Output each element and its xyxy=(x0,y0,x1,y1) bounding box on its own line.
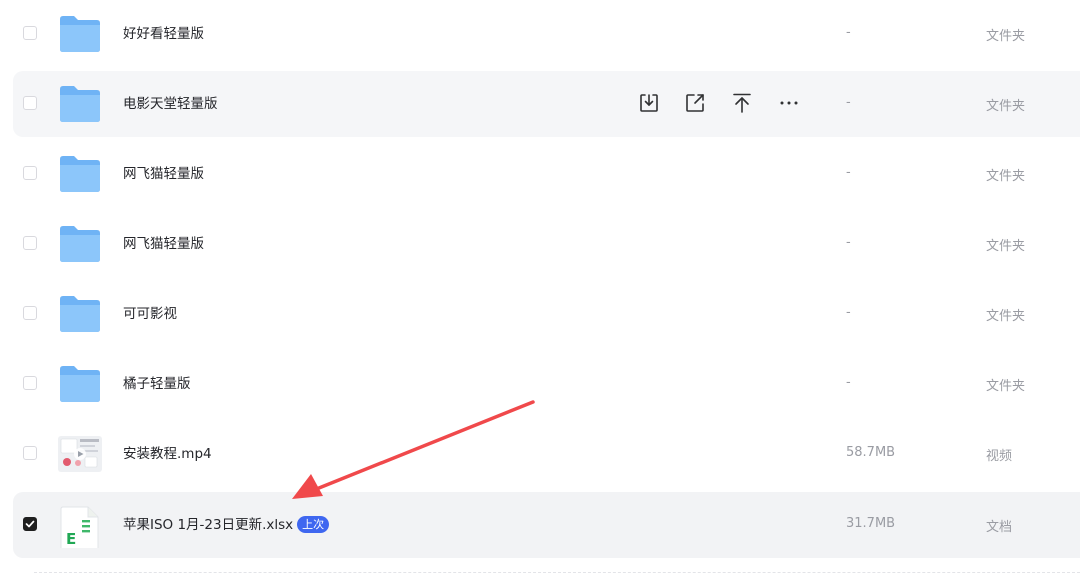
row-checkbox[interactable] xyxy=(23,376,37,390)
file-size: 58.7MB xyxy=(846,445,896,460)
file-size: - xyxy=(846,25,851,40)
file-name[interactable]: 橘子轻量版 xyxy=(123,375,191,393)
file-size: - xyxy=(846,95,851,110)
file-type: 视频 xyxy=(986,449,1013,464)
file-name[interactable]: 苹果ISO 1月-23日更新.xlsx 上次 xyxy=(123,516,330,534)
file-row[interactable]: 电影天堂轻量版 - 文件夹 xyxy=(13,71,1080,137)
file-row[interactable]: 橘子轻量版 - 文件夹 xyxy=(13,351,1080,417)
file-size: - xyxy=(846,235,851,250)
svg-text:E: E xyxy=(66,530,76,548)
row-checkbox-checked[interactable] xyxy=(23,517,37,531)
row-checkbox[interactable] xyxy=(23,236,37,250)
file-type: 文件夹 xyxy=(986,239,1026,254)
file-row[interactable]: 安装教程.mp4 58.7MB 视频 xyxy=(13,421,1080,487)
folder-icon xyxy=(60,296,100,332)
file-name[interactable]: 安装教程.mp4 xyxy=(123,445,212,463)
file-row[interactable]: E 苹果ISO 1月-23日更新.xlsx 上次 31.7MB 文档 xyxy=(13,492,1080,558)
file-row[interactable]: 好好看轻量版 - 文件夹 xyxy=(13,1,1080,67)
file-size: - xyxy=(846,375,851,390)
more-icon[interactable] xyxy=(777,91,801,115)
file-type: 文件夹 xyxy=(986,379,1026,394)
file-type: 文档 xyxy=(986,520,1013,535)
share-icon[interactable] xyxy=(683,91,707,115)
list-bottom-border xyxy=(34,572,1080,573)
file-size: - xyxy=(846,165,851,180)
file-size: - xyxy=(846,305,851,320)
file-name[interactable]: 电影天堂轻量版 xyxy=(123,95,218,113)
file-type: 文件夹 xyxy=(986,309,1026,324)
file-name[interactable]: 好好看轻量版 xyxy=(123,25,204,43)
file-type: 文件夹 xyxy=(986,99,1026,114)
folder-icon xyxy=(60,16,100,52)
file-row[interactable]: 网飞猫轻量版 - 文件夹 xyxy=(13,141,1080,207)
video-thumbnail-icon xyxy=(58,436,102,472)
row-checkbox[interactable] xyxy=(23,96,37,110)
row-checkbox[interactable] xyxy=(23,446,37,460)
row-checkbox[interactable] xyxy=(23,306,37,320)
file-size: 31.7MB xyxy=(846,516,896,531)
file-name-text: 苹果ISO 1月-23日更新.xlsx xyxy=(123,517,294,533)
row-checkbox[interactable] xyxy=(23,166,37,180)
file-name[interactable]: 可可影视 xyxy=(123,305,177,323)
folder-icon xyxy=(60,156,100,192)
excel-file-icon: E xyxy=(60,506,99,548)
folder-icon xyxy=(60,226,100,262)
file-name[interactable]: 网飞猫轻量版 xyxy=(123,165,204,183)
upload-icon[interactable] xyxy=(730,91,754,115)
download-icon[interactable] xyxy=(637,91,661,115)
file-type: 文件夹 xyxy=(986,29,1026,44)
file-row[interactable]: 网飞猫轻量版 - 文件夹 xyxy=(13,211,1080,277)
last-opened-badge: 上次 xyxy=(297,516,330,533)
row-checkbox[interactable] xyxy=(23,26,37,40)
folder-icon xyxy=(60,366,100,402)
file-name[interactable]: 网飞猫轻量版 xyxy=(123,235,204,253)
file-type: 文件夹 xyxy=(986,169,1026,184)
check-icon xyxy=(25,520,35,528)
file-row[interactable]: 可可影视 - 文件夹 xyxy=(13,281,1080,347)
folder-icon xyxy=(60,86,100,122)
